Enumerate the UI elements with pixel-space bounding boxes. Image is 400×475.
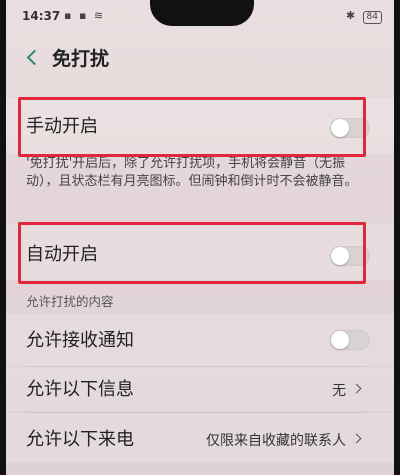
allow-calls-label: 允许以下来电 <box>26 429 134 450</box>
manual-enable-label: 手动开启 <box>26 116 98 137</box>
bluetooth-icon: ✱ <box>345 9 356 22</box>
chevron-right-icon <box>351 383 362 394</box>
manual-enable-toggle[interactable] <box>330 118 370 138</box>
allow-messages-label: 允许以下信息 <box>26 379 134 400</box>
allow-messages-row[interactable]: 允许以下信息 无 <box>6 367 394 411</box>
allow-calls-value: 仅限来自收藏的联系人 <box>206 433 346 449</box>
auto-enable-label: 自动开启 <box>26 244 98 265</box>
status-bar: 14:37 ▪ ▪ ≋ ✱ 84 <box>22 9 382 27</box>
toggle-knob <box>331 119 349 137</box>
battery-icon: 84 <box>362 11 382 24</box>
allow-messages-value: 无 <box>332 383 346 399</box>
phone-bezel <box>394 0 400 475</box>
phone-bezel <box>0 0 6 475</box>
allow-notifications-toggle[interactable] <box>330 330 370 350</box>
allow-notifications-row[interactable]: 允许接收通知 <box>6 314 394 366</box>
status-icons: ✱ 84 <box>346 9 382 24</box>
back-arrow-icon[interactable] <box>26 46 40 68</box>
section-header: 允许打扰的内容 <box>26 294 114 309</box>
status-time: 14:37 <box>22 9 61 23</box>
toggle-knob <box>331 247 349 265</box>
notification-icons: ▪ ▪ ≋ <box>64 9 106 22</box>
auto-enable-toggle[interactable] <box>330 246 370 266</box>
page-title: 免打扰 <box>52 48 110 70</box>
auto-enable-row[interactable]: 自动开启 <box>6 224 394 280</box>
allow-notifications-label: 允许接收通知 <box>26 330 134 351</box>
settings-screen: 14:37 ▪ ▪ ≋ ✱ 84 免打扰 手动开启 '免打扰'开启后，除了允许打… <box>0 0 400 475</box>
allow-calls-row[interactable]: 允许以下来电 仅限来自收藏的联系人 <box>6 413 394 463</box>
dnd-description: '免打扰'开启后，除了允许打扰项，手机将会静音（无振动），且状态栏有月亮图标。但… <box>26 156 358 189</box>
toggle-knob <box>331 331 349 349</box>
manual-enable-row[interactable]: 手动开启 <box>6 98 394 154</box>
chevron-right-icon <box>351 433 362 444</box>
